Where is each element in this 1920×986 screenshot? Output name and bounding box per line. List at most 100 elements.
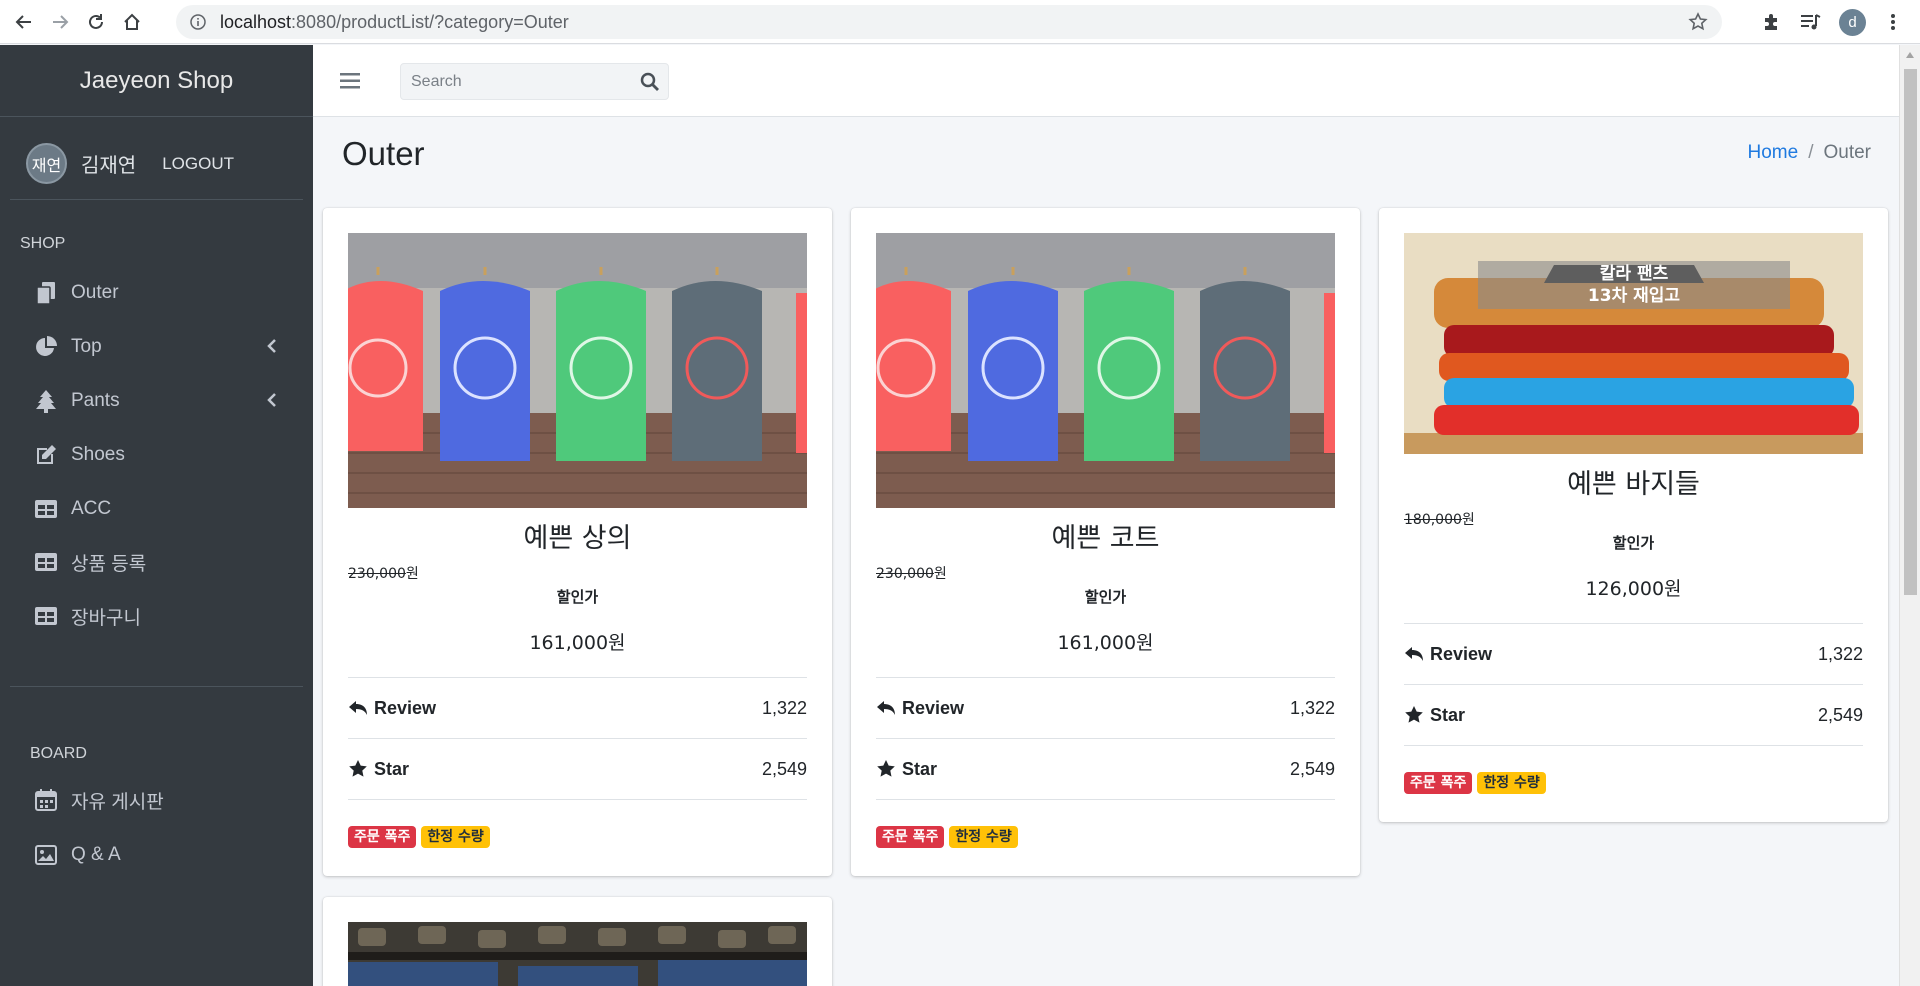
nav-header-shop: SHOP bbox=[20, 235, 66, 252]
sidebar-item-label: Shoes bbox=[71, 444, 125, 465]
kebab-menu-icon bbox=[1891, 14, 1895, 30]
copy-icon bbox=[33, 280, 59, 306]
product-name[interactable]: 예쁜 바지들 bbox=[1379, 462, 1888, 501]
arrow-left-icon bbox=[15, 14, 31, 29]
logout-link[interactable]: LOGOUT bbox=[162, 154, 234, 174]
search-icon[interactable] bbox=[640, 72, 660, 92]
tree-icon bbox=[33, 388, 59, 414]
reload-button[interactable] bbox=[81, 7, 111, 37]
url-text: localhost:8080/productList/?category=Out… bbox=[220, 11, 569, 32]
original-price: 230,000원 bbox=[348, 566, 419, 582]
hamburger-menu-icon[interactable] bbox=[340, 72, 360, 90]
row-divider bbox=[876, 799, 1335, 800]
scroll-up-arrow-icon[interactable] bbox=[1905, 51, 1915, 59]
image-icon bbox=[33, 842, 59, 868]
product-name[interactable]: 예쁜 상의 bbox=[323, 516, 832, 555]
sidebar-item-label: Outer bbox=[71, 282, 119, 303]
product-image[interactable]: 칼라 팬츠 13차 재입고 bbox=[1404, 233, 1863, 454]
reply-icon bbox=[877, 701, 895, 715]
user-name[interactable]: 김재연 bbox=[81, 149, 136, 178]
sale-price: 161,000원 bbox=[529, 632, 626, 654]
reload-icon bbox=[89, 13, 103, 29]
reading-list-button[interactable] bbox=[1796, 7, 1826, 37]
badge-limited: 한정 수량 bbox=[949, 826, 1018, 848]
review-count: 1,322 bbox=[1289, 697, 1335, 718]
sidebar-item-register-product[interactable]: 상품 등록 bbox=[10, 538, 303, 586]
sidebar-item-top[interactable]: Top bbox=[10, 323, 303, 371]
sidebar-item-cart[interactable]: 장바구니 bbox=[10, 592, 303, 640]
table-icon bbox=[33, 549, 59, 575]
badge-hot: 주문 폭주 bbox=[348, 826, 417, 848]
reading-list-icon bbox=[1801, 14, 1821, 30]
bookmark-star-icon[interactable] bbox=[1688, 12, 1708, 32]
breadcrumb-home-link[interactable]: Home bbox=[1748, 142, 1799, 164]
avatar[interactable]: 재연 bbox=[26, 143, 67, 184]
image-overlay-line1: 칼라 팬츠 bbox=[1600, 264, 1669, 284]
product-image[interactable] bbox=[348, 922, 807, 986]
breadcrumb-current: Outer bbox=[1823, 142, 1871, 163]
sale-label: 할인가 bbox=[1084, 588, 1127, 606]
original-price: 180,000원 bbox=[1404, 512, 1475, 528]
sidebar: Jaeyeon Shop 재연 김재연 LOGOUT SHOP Outer To… bbox=[0, 45, 313, 986]
review-count: 1,322 bbox=[1817, 643, 1863, 664]
star-icon bbox=[349, 760, 367, 777]
profile-avatar[interactable]: d bbox=[1839, 9, 1866, 36]
review-row: Review 1,322 bbox=[348, 677, 807, 738]
product-image[interactable] bbox=[876, 233, 1335, 508]
product-card[interactable] bbox=[323, 897, 832, 986]
sale-label: 할인가 bbox=[556, 588, 599, 606]
sidebar-item-outer[interactable]: Outer bbox=[10, 269, 303, 317]
nav-header-board: BOARD bbox=[30, 745, 87, 762]
star-count: 2,549 bbox=[1817, 704, 1863, 725]
back-button[interactable] bbox=[9, 7, 39, 37]
chevron-left-icon bbox=[267, 393, 276, 407]
browser-menu-button[interactable] bbox=[1878, 7, 1908, 37]
info-icon[interactable] bbox=[190, 14, 206, 30]
sidebar-item-label: ACC bbox=[71, 498, 112, 519]
badge-group: 주문 폭주 한정 수량 bbox=[1404, 772, 1546, 794]
reply-icon bbox=[1405, 647, 1423, 661]
search-box bbox=[400, 63, 669, 100]
product-name[interactable]: 예쁜 코트 bbox=[851, 516, 1360, 555]
star-count: 2,549 bbox=[761, 758, 807, 779]
search-input[interactable] bbox=[411, 72, 621, 91]
edit-icon bbox=[33, 442, 59, 468]
sidebar-item-pants[interactable]: Pants bbox=[10, 377, 303, 425]
arrow-right-icon bbox=[53, 14, 69, 29]
product-card[interactable]: 예쁜 상의 230,000원 할인가 161,000원 Review 1,322… bbox=[323, 208, 832, 876]
sidebar-item-label: 상품 등록 bbox=[71, 553, 147, 575]
sidebar-item-label: 장바구니 bbox=[71, 607, 141, 629]
star-label: Star bbox=[374, 758, 410, 779]
calendar-icon bbox=[33, 787, 59, 813]
sidebar-item-shoes[interactable]: Shoes bbox=[10, 431, 303, 479]
star-row: Star 2,549 bbox=[1404, 684, 1863, 745]
forward-button[interactable] bbox=[45, 7, 75, 37]
sidebar-item-qna[interactable]: Q & A bbox=[10, 831, 303, 879]
breadcrumb: Home / Outer bbox=[1748, 142, 1872, 164]
table-icon bbox=[33, 603, 59, 629]
page-scrollbar[interactable] bbox=[1899, 45, 1920, 986]
brand-link[interactable]: Jaeyeon Shop bbox=[0, 45, 313, 117]
product-card[interactable]: 칼라 팬츠 13차 재입고 예쁜 바지들 180,000원 할인가 126,00… bbox=[1379, 208, 1888, 822]
star-row: Star 2,549 bbox=[348, 738, 807, 799]
review-label: Review bbox=[374, 697, 437, 718]
review-label: Review bbox=[1430, 643, 1493, 664]
sidebar-item-label: Q & A bbox=[71, 844, 121, 865]
home-button[interactable] bbox=[117, 7, 147, 37]
sidebar-item-acc[interactable]: ACC bbox=[10, 485, 303, 533]
home-icon bbox=[124, 13, 140, 30]
product-card[interactable]: 예쁜 코트 230,000원 할인가 161,000원 Review 1,322… bbox=[851, 208, 1360, 876]
badge-hot: 주문 폭주 bbox=[876, 826, 945, 848]
review-row: Review 1,322 bbox=[1404, 623, 1863, 684]
sidebar-item-free-board[interactable]: 자유 게시판 bbox=[10, 776, 303, 824]
extensions-button[interactable] bbox=[1756, 7, 1786, 37]
page-title: Outer bbox=[342, 135, 425, 172]
scrollbar-thumb[interactable] bbox=[1904, 69, 1917, 595]
review-count: 1,322 bbox=[761, 697, 807, 718]
address-bar[interactable]: localhost:8080/productList/?category=Out… bbox=[176, 5, 1722, 39]
star-label: Star bbox=[1430, 704, 1466, 725]
product-image[interactable] bbox=[348, 233, 807, 508]
sidebar-item-label: Pants bbox=[71, 390, 120, 411]
badge-group: 주문 폭주 한정 수량 bbox=[348, 826, 490, 848]
badge-group: 주문 폭주 한정 수량 bbox=[876, 826, 1018, 848]
